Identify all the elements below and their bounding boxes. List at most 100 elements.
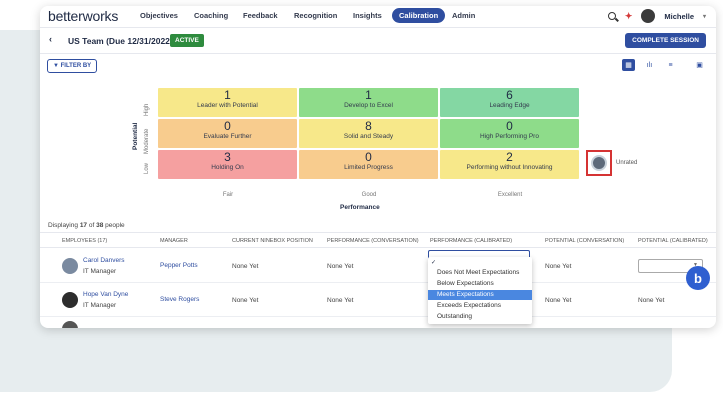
nav-insights[interactable]: Insights <box>353 11 382 20</box>
avatar[interactable] <box>641 9 656 23</box>
nav-objectives[interactable]: Objectives <box>140 11 178 20</box>
cell-label: Performing without Innovating <box>466 164 553 171</box>
manager-name[interactable]: Steve Rogers <box>160 296 199 303</box>
cell-count: 6 <box>506 88 513 102</box>
dropdown-option[interactable]: Exceeds Expectations <box>428 301 532 311</box>
export-icon[interactable]: ▣ <box>693 59 706 71</box>
table-row <box>40 317 716 328</box>
ninebox-position: None Yet <box>232 263 259 270</box>
unrated-bucket[interactable] <box>586 150 612 176</box>
y-label-low: Low <box>144 162 150 174</box>
complete-session-button[interactable]: COMPLETE SESSION <box>625 33 706 48</box>
table-row: Carol Danvers IT Manager Pepper Potts No… <box>40 249 716 283</box>
ninebox-cell[interactable]: 3 Holding On <box>158 150 297 179</box>
nav-recognition[interactable]: Recognition <box>294 11 337 20</box>
cell-label: Limited Progress <box>344 164 393 171</box>
x-label-fair: Fair <box>222 192 234 198</box>
cell-count: 0 <box>506 119 513 133</box>
pot-calibrated: None Yet <box>638 297 665 304</box>
cell-label: Leading Edge <box>489 102 530 109</box>
nav-coaching[interactable]: Coaching <box>194 11 228 20</box>
avatar <box>62 258 78 274</box>
list-view-icon[interactable]: ≡ <box>664 59 677 71</box>
y-label-moderate: Moderate <box>144 128 150 154</box>
chat-icon: b <box>694 270 702 286</box>
cell-count: 1 <box>365 88 372 102</box>
avatar <box>591 155 607 171</box>
ninebox-cell[interactable]: 0 High Performing Pro <box>440 119 579 148</box>
bar-chart-icon[interactable]: ılı <box>643 59 656 71</box>
displaying-count: Displaying 17 of 38 people <box>48 222 125 229</box>
perf-calibrated-dropdown: ✓ Does Not Meet Expectations Below Expec… <box>428 257 532 324</box>
ninebox-cell[interactable]: 1 Leader with Potential <box>158 88 297 117</box>
perf-conversation: None Yet <box>327 297 354 304</box>
y-label-high: High <box>144 103 150 116</box>
cell-label: Develop to Excel <box>344 102 393 109</box>
nav-feedback[interactable]: Feedback <box>243 11 278 20</box>
ninebox-cell[interactable]: 8 Solid and Steady <box>299 119 438 148</box>
cell-label: Leader with Potential <box>197 102 258 109</box>
displaying-prefix: Displaying <box>48 222 78 229</box>
table-header: EMPLOYEES (17) MANAGER CURRENT NINEBOX P… <box>40 232 716 248</box>
chevron-down-icon[interactable]: ▾ <box>703 13 706 20</box>
col-perf-conversation[interactable]: PERFORMANCE (CONVERSATION) <box>327 238 419 244</box>
dropdown-option[interactable]: Does Not Meet Expectations <box>428 268 532 278</box>
logo[interactable]: betterworks <box>48 8 118 24</box>
ninebox-position: None Yet <box>232 297 259 304</box>
back-icon[interactable]: ‹ <box>49 34 52 44</box>
avatar <box>62 292 78 308</box>
col-employees[interactable]: EMPLOYEES (17) <box>62 238 107 244</box>
check-icon: ✓ <box>431 260 437 266</box>
displaying-total: 38 <box>96 222 104 229</box>
ninebox-cell[interactable]: 6 Leading Edge <box>440 88 579 117</box>
cell-label: High Performing Pro <box>480 133 539 140</box>
col-pot-calibrated[interactable]: POTENTIAL (CALIBRATED) <box>638 238 708 244</box>
cell-count: 3 <box>224 150 231 164</box>
grid-view-icon[interactable]: ▦ <box>622 59 635 71</box>
manager-name[interactable]: Pepper Potts <box>160 262 198 269</box>
col-pot-conversation[interactable]: POTENTIAL (CONVERSATION) <box>545 238 624 244</box>
col-ninebox[interactable]: CURRENT NINEBOX POSITION <box>232 238 313 244</box>
nav-right: ✦ Michelle ▾ <box>607 9 706 23</box>
ninebox-cell[interactable]: 1 Develop to Excel <box>299 88 438 117</box>
employee-title: IT Manager <box>83 302 117 309</box>
avatar <box>62 321 78 328</box>
cell-count: 1 <box>224 88 231 102</box>
user-name[interactable]: Michelle <box>664 12 694 21</box>
nav-admin[interactable]: Admin <box>452 11 475 20</box>
x-label-good: Good <box>361 192 377 198</box>
nav-calibration[interactable]: Calibration <box>392 8 446 23</box>
cell-count: 0 <box>224 119 231 133</box>
help-chat-button[interactable]: b <box>686 266 710 290</box>
displaying-shown: 17 <box>79 222 88 229</box>
cell-count: 2 <box>506 150 513 164</box>
recognition-icon[interactable]: ✦ <box>625 11 633 22</box>
displaying-suffix: people <box>105 222 125 229</box>
employee-name[interactable]: Carol Danvers <box>83 257 125 264</box>
employee-name[interactable]: Hope Van Dyne <box>83 291 128 298</box>
filter-button-label: FILTER BY <box>60 63 92 69</box>
x-axis-title: Performance <box>340 204 380 211</box>
ninebox-cell[interactable]: 2 Performing without Innovating <box>440 150 579 179</box>
unrated-label: Unrated <box>616 160 638 166</box>
dropdown-option[interactable]: Outstanding <box>428 312 532 322</box>
ninebox-cell[interactable]: 0 Limited Progress <box>299 150 438 179</box>
filter-button[interactable]: ▼ FILTER BY <box>47 59 98 73</box>
y-axis-title: Potential <box>132 122 139 150</box>
ninebox-grid: 1 Leader with Potential 1 Develop to Excel… <box>158 88 581 180</box>
cell-count: 0 <box>365 150 372 164</box>
filter-icon: ▼ <box>53 63 59 69</box>
dropdown-option-selected[interactable]: Meets Expectations <box>428 290 532 300</box>
x-label-excellent: Excellent <box>497 192 523 198</box>
session-header: ‹ US Team (Due 12/31/2022) ACTIVE COMPLE… <box>40 28 716 54</box>
col-manager[interactable]: MANAGER <box>160 238 188 244</box>
dropdown-option[interactable]: Below Expectations <box>428 279 532 289</box>
search-icon[interactable] <box>607 12 616 20</box>
ninebox-cell[interactable]: 0 Evaluate Further <box>158 119 297 148</box>
cell-label: Holding On <box>211 164 244 171</box>
status-badge: ACTIVE <box>170 34 204 47</box>
cell-count: 8 <box>365 119 372 133</box>
col-perf-calibrated[interactable]: PERFORMANCE (CALIBRATED) <box>430 238 512 244</box>
pot-conversation: None Yet <box>545 263 572 270</box>
displaying-of: of <box>88 222 95 229</box>
